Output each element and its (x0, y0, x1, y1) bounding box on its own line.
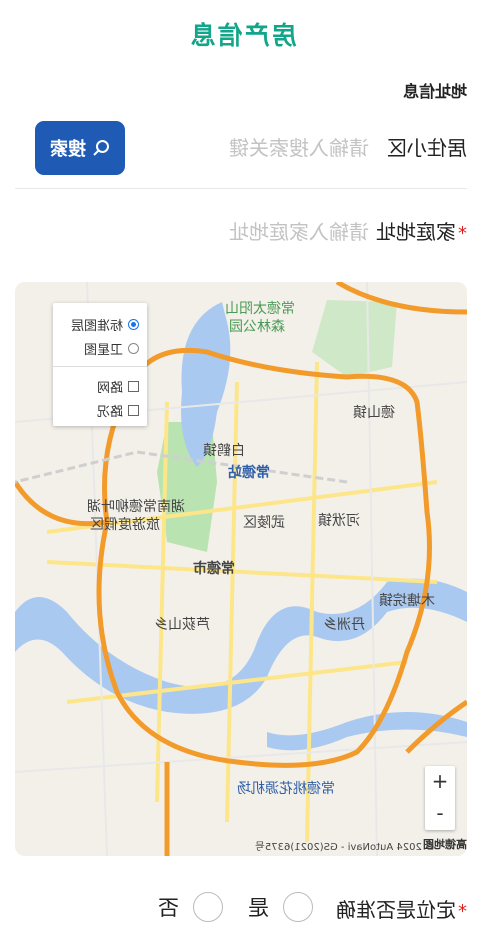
map-label: 常德太阳山 (225, 301, 295, 317)
zoom-in-button[interactable]: + (425, 766, 455, 798)
search-icon (93, 140, 109, 156)
required-mark: * (458, 223, 467, 244)
checkbox-icon (128, 405, 139, 416)
layer-divider (53, 366, 147, 367)
location-accuracy-label: *定位是否准确 (336, 894, 467, 923)
layer-traffic-option[interactable]: 路况 (97, 401, 139, 420)
section-title: 地址信息 (402, 82, 467, 101)
map-label: 常德站 (228, 465, 270, 481)
map-label: 木塘垸镇 (379, 593, 435, 609)
layer-standard-option[interactable]: 标准图层 (71, 315, 139, 334)
layer-roads-option[interactable]: 路网 (97, 377, 139, 396)
zoom-out-button[interactable]: - (425, 798, 455, 830)
map-label: 白鹤镇 (203, 443, 245, 459)
zoom-control: + - (425, 766, 455, 830)
map-label: 芦荻山乡 (154, 617, 210, 633)
radio-icon (128, 343, 139, 354)
search-button[interactable]: 搜索 (35, 121, 125, 175)
search-button-label: 搜索 (50, 139, 86, 160)
location-accuracy-row: *定位是否准确 (15, 892, 467, 926)
layer-standard-label: 标准图层 (70, 319, 123, 334)
map-label: 德山镇 (353, 405, 395, 421)
page-title: 房产信息 (188, 21, 297, 50)
layer-panel: 标准图层 卫星图 路网 路况 (53, 303, 147, 426)
map-label: 湖南常德柳叶湖 (87, 499, 185, 515)
map-label: 武陵区 (243, 515, 285, 531)
option-yes-label: 是 (248, 896, 269, 920)
layer-satellite-label: 卫星图 (83, 343, 123, 358)
radio-icon (193, 892, 223, 922)
option-no[interactable]: 否 (158, 892, 223, 922)
map-label: 森林公园 (229, 319, 285, 335)
checkbox-icon (128, 381, 139, 392)
layer-traffic-label: 路况 (96, 405, 123, 420)
required-mark: * (458, 901, 467, 922)
map-label: 旅游度假区 (90, 517, 160, 533)
page: 房产信息 地址信息 居住小区 请输入搜索关键 搜索 *家庭地址 请输入家庭地址 (0, 0, 485, 940)
location-accuracy-label-text: 定位是否准确 (336, 898, 456, 922)
map-copyright: © 2024 AutoNavi - GS(2021)6375号 (254, 842, 435, 853)
option-yes[interactable]: 是 (248, 892, 313, 922)
home-address-row: *家庭地址 请输入家庭地址 (15, 210, 467, 250)
community-label: 居住小区 (387, 136, 467, 160)
option-no-label: 否 (158, 896, 179, 920)
divider (15, 188, 467, 189)
home-address-label-text: 家庭地址 (376, 220, 456, 244)
layer-satellite-option[interactable]: 卫星图 (84, 339, 139, 358)
community-input[interactable]: 请输入搜索关键 (229, 132, 369, 161)
map-label: 丹洲乡 (323, 617, 365, 633)
home-address-label: *家庭地址 (376, 216, 467, 245)
map-label: 常德桃花源机场 (237, 781, 335, 797)
layer-roads-label: 路网 (96, 381, 123, 396)
radio-selected-icon (128, 319, 139, 330)
map-label: 河洑镇 (318, 513, 360, 529)
radio-icon (283, 892, 313, 922)
home-address-input[interactable]: 请输入家庭地址 (229, 216, 369, 245)
map-label: 常德市 (193, 561, 235, 577)
